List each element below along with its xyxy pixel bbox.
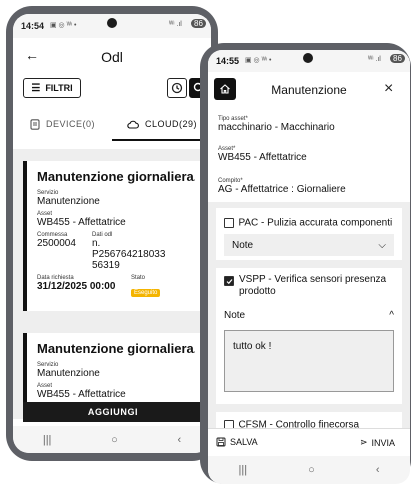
note-label: Note: [232, 239, 254, 251]
page-title: Manutenzione: [271, 83, 347, 97]
recents-icon[interactable]: |||: [43, 434, 52, 446]
checkbox[interactable]: [224, 217, 234, 228]
signal-icon: ᵂᶦ .ıl: [169, 21, 182, 28]
request-date-value: 31/12/2025 00:00: [37, 281, 116, 292]
clock-icon: [171, 82, 183, 94]
asset-value: WB455 - Affettatrice: [37, 217, 126, 228]
status-badge: Eseguito: [131, 289, 161, 297]
tab-cloud-label: CLOUD(29): [144, 119, 197, 129]
note-label: Note: [224, 310, 246, 321]
send-icon: ⋗: [360, 437, 368, 447]
checklist-item-label: PAC - Pulizia accurata componenti: [238, 217, 393, 229]
add-button[interactable]: AGGIUNGI: [23, 402, 203, 422]
home-icon[interactable]: ○: [111, 434, 118, 446]
check-icon: [226, 278, 232, 284]
tab-cloud[interactable]: CLOUD(29): [112, 107, 211, 141]
task-field[interactable]: Compito* AG - Affettatrice : Giornaliere: [218, 178, 346, 195]
camera-icon: [303, 53, 313, 63]
list-screen: 14:54 ▣ ◎ ᵂᶦ • ᵂᶦ .ıl 86 ← Odl ☰ FILTRI …: [13, 14, 211, 453]
status-icons: ▣ ◎ ᵂᶦ •: [50, 22, 77, 29]
asset-type-value: macchinario - Macchinario: [218, 122, 335, 133]
asset-value: WB455 - Affettatrice: [218, 152, 307, 163]
checklist: PAC - Pulizia accurata componenti Note ⌵…: [208, 202, 410, 448]
asset-type-field[interactable]: Tipo asset* macchinario - Macchinario: [218, 116, 335, 133]
recents-icon[interactable]: |||: [239, 464, 248, 476]
back-icon[interactable]: ‹: [376, 464, 380, 476]
service-value: Manutenzione: [37, 368, 100, 379]
card-title: Manutenzione giornaliera...: [37, 341, 195, 356]
system-nav-bar: ||| ○ ‹: [13, 426, 211, 453]
checklist-item: PAC - Pulizia accurata componenti Note ⌵: [216, 208, 402, 260]
battery-badge: 86: [390, 54, 405, 63]
app-bar: ← Odl: [13, 38, 211, 76]
detail-screen: 14:55 ▣ ◎ ᵂᶦ • ᵂᶦ .ıl 86 Manutenzione × …: [208, 50, 410, 484]
back-icon[interactable]: ‹: [177, 434, 181, 446]
device-icon: [30, 118, 40, 130]
history-button[interactable]: [167, 78, 187, 98]
filter-icon: ☰: [31, 82, 41, 94]
status-icons: ▣ ◎ ᵂᶦ •: [245, 57, 272, 64]
cloud-icon: [127, 120, 139, 129]
status-bar: 14:55 ▣ ◎ ᵂᶦ • ᵂᶦ .ıl 86: [208, 50, 410, 72]
send-label: INVIA: [371, 437, 396, 448]
status-time: 14:54: [21, 21, 45, 31]
odl-data-line-2: P256764218033: [92, 249, 166, 260]
work-order-list: Manutenzione giornaliera... Servizio Man…: [13, 149, 211, 419]
tab-device[interactable]: DEVICE(0): [13, 107, 112, 141]
list-item[interactable]: Manutenzione giornaliera... Servizio Man…: [23, 161, 203, 311]
note-textarea[interactable]: tutto ok !: [224, 330, 394, 392]
asset-value: WB455 - Affettatrice: [37, 389, 126, 400]
odl-data-line-3: 56319: [92, 260, 120, 271]
note-dropdown[interactable]: Note ⌵: [224, 234, 394, 256]
card-title: Manutenzione giornaliera...: [37, 169, 195, 184]
status-time: 14:55: [216, 56, 240, 66]
chevron-up-icon: ^: [389, 310, 394, 321]
camera-icon: [107, 18, 117, 28]
note-header[interactable]: Note ^: [224, 310, 394, 321]
status-label: Stato: [131, 275, 146, 281]
signal-icon: ᵂᶦ .ıl: [368, 56, 381, 63]
filters-button[interactable]: ☰ FILTRI: [23, 78, 81, 98]
tab-device-label: DEVICE(0): [45, 119, 95, 129]
save-button[interactable]: SALVA: [216, 437, 258, 447]
odl-data-line-1: n.: [92, 238, 101, 249]
order-value: 2500004: [37, 238, 76, 249]
checklist-item-label: VSPP - Verifica sensori presenza prodott…: [239, 274, 387, 297]
battery-badge: 86: [191, 19, 206, 28]
asset-field[interactable]: Asset* WB455 - Affettatrice: [218, 146, 307, 163]
send-button[interactable]: ⋗ INVIA: [360, 437, 395, 448]
chevron-down-icon: ⌵: [378, 239, 386, 251]
checklist-item: VSPP - Verifica sensori presenza prodott…: [216, 268, 402, 404]
tab-bar: DEVICE(0) CLOUD(29): [13, 107, 211, 141]
filters-label: FILTRI: [45, 83, 73, 93]
save-label: SALVA: [230, 437, 258, 447]
home-icon[interactable]: ○: [308, 464, 315, 476]
system-nav-bar: ||| ○ ‹: [208, 456, 410, 484]
action-footer: SALVA ⋗ INVIA: [208, 428, 410, 457]
checkbox-checked[interactable]: [224, 276, 234, 286]
active-tab-indicator: [112, 139, 211, 141]
page-title: Odl: [101, 49, 123, 65]
task-value: AG - Affettatrice : Giornaliere: [218, 184, 346, 195]
save-icon: [216, 437, 226, 447]
close-icon[interactable]: ×: [384, 80, 393, 98]
status-bar: 14:54 ▣ ◎ ᵂᶦ • ᵂᶦ .ıl 86: [13, 14, 211, 38]
service-value: Manutenzione: [37, 196, 100, 207]
app-bar: Manutenzione ×: [208, 72, 410, 108]
